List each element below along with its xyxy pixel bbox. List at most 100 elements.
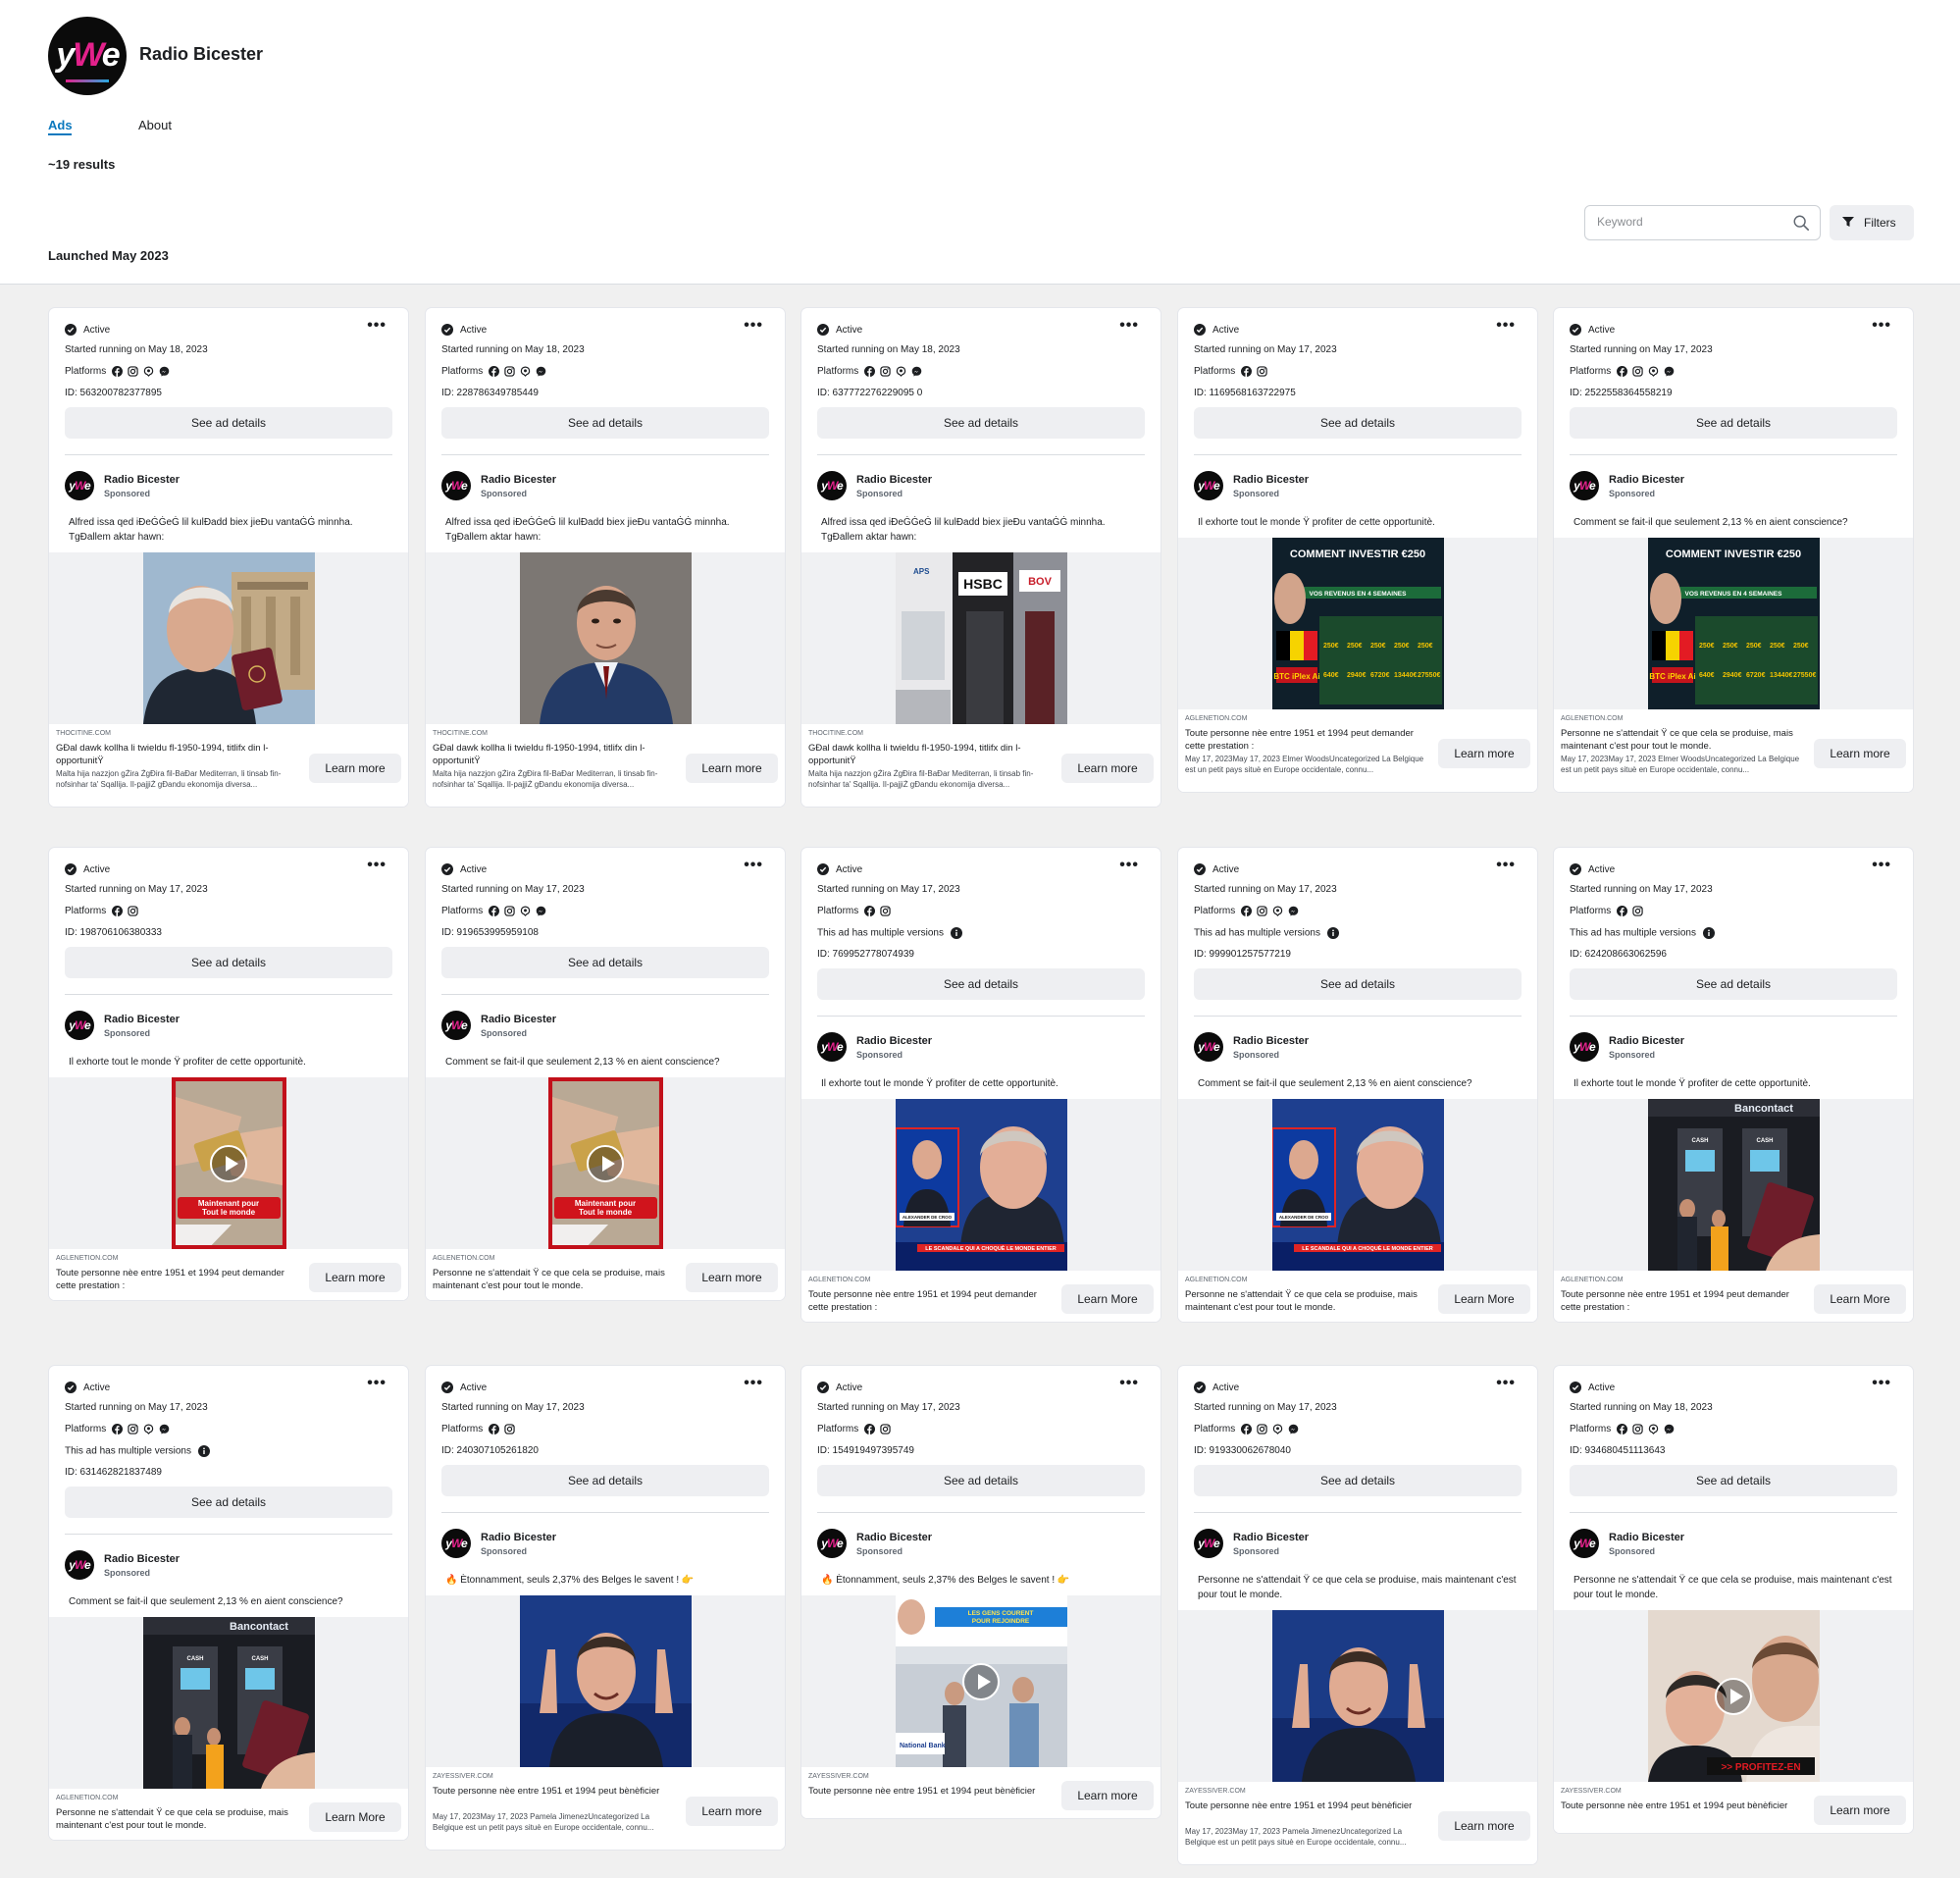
info-icon[interactable] xyxy=(950,927,962,939)
info-icon[interactable] xyxy=(1326,927,1339,939)
advertiser-avatar[interactable]: yWe xyxy=(817,1032,847,1062)
learn-more-button[interactable]: Learn More xyxy=(309,1802,401,1832)
see-ad-details-button[interactable]: See ad details xyxy=(65,947,392,978)
info-icon[interactable] xyxy=(197,1445,210,1457)
see-ad-details-button[interactable]: See ad details xyxy=(1194,407,1522,439)
learn-more-button[interactable]: Learn More xyxy=(1814,1284,1906,1314)
learn-more-button[interactable]: Learn more xyxy=(686,1263,778,1292)
advertiser-name[interactable]: Radio Bicester xyxy=(1609,1532,1684,1543)
learn-more-button[interactable]: Learn more xyxy=(309,754,401,783)
see-ad-details-button[interactable]: See ad details xyxy=(1570,407,1897,439)
advertiser-avatar[interactable]: yWe xyxy=(65,1011,94,1040)
advertiser-name[interactable]: Radio Bicester xyxy=(856,1035,932,1047)
more-options-icon[interactable]: ••• xyxy=(1119,858,1139,873)
learn-more-button[interactable]: Learn more xyxy=(686,754,778,783)
learn-more-button[interactable]: Learn more xyxy=(1814,1796,1906,1825)
advertiser-name[interactable]: Radio Bicester xyxy=(1233,474,1309,486)
see-ad-details-button[interactable]: See ad details xyxy=(1570,1465,1897,1496)
advertiser-name[interactable]: Radio Bicester xyxy=(1233,1532,1309,1543)
info-icon[interactable] xyxy=(1702,927,1715,939)
learn-more-button[interactable]: Learn more xyxy=(1061,754,1154,783)
see-ad-details-button[interactable]: See ad details xyxy=(1570,968,1897,1000)
more-options-icon[interactable]: ••• xyxy=(367,318,387,334)
play-icon[interactable] xyxy=(587,1144,624,1182)
tv-news-image[interactable]: ALEXANDER DE CROO LE SCANDALE QUI A CHOQ… xyxy=(895,1099,1067,1271)
advertiser-avatar[interactable]: yWe xyxy=(1570,471,1599,500)
advertiser-avatar[interactable]: yWe xyxy=(1194,471,1223,500)
more-options-icon[interactable]: ••• xyxy=(744,318,763,334)
advertiser-name[interactable]: Radio Bicester xyxy=(481,1532,556,1543)
see-ad-details-button[interactable]: See ad details xyxy=(441,1465,769,1496)
learn-more-button[interactable]: Learn more xyxy=(1061,1781,1154,1810)
card-hands-image[interactable]: Maintenant pour Tout le monde xyxy=(171,1077,286,1249)
advertiser-name[interactable]: Radio Bicester xyxy=(104,1014,180,1025)
more-options-icon[interactable]: ••• xyxy=(1119,318,1139,334)
more-options-icon[interactable]: ••• xyxy=(1496,318,1516,334)
tv-news-image[interactable]: ALEXANDER DE CROO LE SCANDALE QUI A CHOQ… xyxy=(1271,1099,1444,1271)
advertiser-avatar[interactable]: yWe xyxy=(441,471,471,500)
learn-more-button[interactable]: Learn more xyxy=(309,1263,401,1292)
invest-chart-image[interactable]: COMMENT INVESTIR €250 VOS REVENUS EN 4 S… xyxy=(1271,538,1444,709)
more-options-icon[interactable]: ••• xyxy=(744,858,763,873)
advertiser-avatar[interactable]: yWe xyxy=(1194,1032,1223,1062)
man-speaking-image[interactable] xyxy=(519,552,692,724)
advertiser-name[interactable]: Radio Bicester xyxy=(481,474,556,486)
see-ad-details-button[interactable]: See ad details xyxy=(817,407,1145,439)
advertiser-name[interactable]: Radio Bicester xyxy=(481,1014,556,1025)
advertiser-avatar[interactable]: yWe xyxy=(441,1011,471,1040)
advertiser-avatar[interactable]: yWe xyxy=(441,1529,471,1558)
bancontact-atm-image[interactable]: Bancontact CASH CASH xyxy=(1647,1099,1820,1271)
advertiser-name[interactable]: Radio Bicester xyxy=(856,1532,932,1543)
learn-more-button[interactable]: Learn more xyxy=(1438,739,1530,768)
advertiser-name[interactable]: Radio Bicester xyxy=(1233,1035,1309,1047)
bank-street-image[interactable]: HSBC BOV APS xyxy=(895,552,1067,724)
ad-id: ID: 919330062678040 xyxy=(1194,1445,1291,1456)
advertiser-name[interactable]: Radio Bicester xyxy=(1609,474,1684,486)
bancontact-atm-image[interactable]: Bancontact CASH CASH xyxy=(142,1617,315,1789)
advertiser-avatar[interactable]: yWe xyxy=(817,1529,847,1558)
advertiser-name[interactable]: Radio Bicester xyxy=(104,1553,180,1565)
more-options-icon[interactable]: ••• xyxy=(744,1376,763,1391)
see-ad-details-button[interactable]: See ad details xyxy=(441,947,769,978)
advertiser-avatar[interactable]: yWe xyxy=(1570,1032,1599,1062)
advertiser-name[interactable]: Radio Bicester xyxy=(104,474,180,486)
see-ad-details-button[interactable]: See ad details xyxy=(65,1487,392,1518)
see-ad-details-button[interactable]: See ad details xyxy=(441,407,769,439)
see-ad-details-button[interactable]: See ad details xyxy=(1194,1465,1522,1496)
more-options-icon[interactable]: ••• xyxy=(367,858,387,873)
see-ad-details-button[interactable]: See ad details xyxy=(65,407,392,439)
see-ad-details-button[interactable]: See ad details xyxy=(817,1465,1145,1496)
more-options-icon[interactable]: ••• xyxy=(1872,858,1891,873)
play-icon[interactable] xyxy=(1715,1677,1752,1715)
advertiser-avatar[interactable]: yWe xyxy=(65,1550,94,1580)
more-options-icon[interactable]: ••• xyxy=(367,1376,387,1391)
invest-chart-image[interactable]: COMMENT INVESTIR €250 VOS REVENUS EN 4 S… xyxy=(1647,538,1820,709)
more-options-icon[interactable]: ••• xyxy=(1872,1376,1891,1391)
learn-more-button[interactable]: Learn more xyxy=(1814,739,1906,768)
play-icon[interactable] xyxy=(962,1662,1000,1700)
advertiser-name[interactable]: Radio Bicester xyxy=(1609,1035,1684,1047)
more-options-icon[interactable]: ••• xyxy=(1496,1376,1516,1391)
see-ad-details-button[interactable]: See ad details xyxy=(817,968,1145,1000)
more-options-icon[interactable]: ••• xyxy=(1872,318,1891,334)
see-ad-details-button[interactable]: See ad details xyxy=(1194,968,1522,1000)
man-passport-image[interactable] xyxy=(142,552,315,724)
two-men-image[interactable]: >> PROFITEZ-EN xyxy=(1647,1610,1820,1782)
learn-more-button[interactable]: Learn more xyxy=(1438,1811,1530,1841)
play-icon[interactable] xyxy=(210,1144,247,1182)
man-pointing-image[interactable] xyxy=(1271,1610,1444,1782)
learn-more-button[interactable]: Learn More xyxy=(1438,1284,1530,1314)
learn-more-button[interactable]: Learn more xyxy=(686,1797,778,1826)
more-options-icon[interactable]: ••• xyxy=(1119,1376,1139,1391)
advertiser-avatar[interactable]: yWe xyxy=(65,471,94,500)
more-options-icon[interactable]: ••• xyxy=(1496,858,1516,873)
advertiser-avatar[interactable]: yWe xyxy=(817,471,847,500)
man-pointing-image[interactable] xyxy=(519,1595,692,1767)
advertiser-avatar[interactable]: yWe xyxy=(1194,1529,1223,1558)
advertiser-avatar[interactable]: yWe xyxy=(1570,1529,1599,1558)
platform-icons xyxy=(1241,906,1304,916)
bank-queue-image[interactable]: LES GENS COURENT POUR REJOINDRE National… xyxy=(895,1595,1067,1767)
advertiser-name[interactable]: Radio Bicester xyxy=(856,474,932,486)
card-hands-image[interactable]: Maintenant pour Tout le monde xyxy=(547,1077,663,1249)
learn-more-button[interactable]: Learn More xyxy=(1061,1284,1154,1314)
